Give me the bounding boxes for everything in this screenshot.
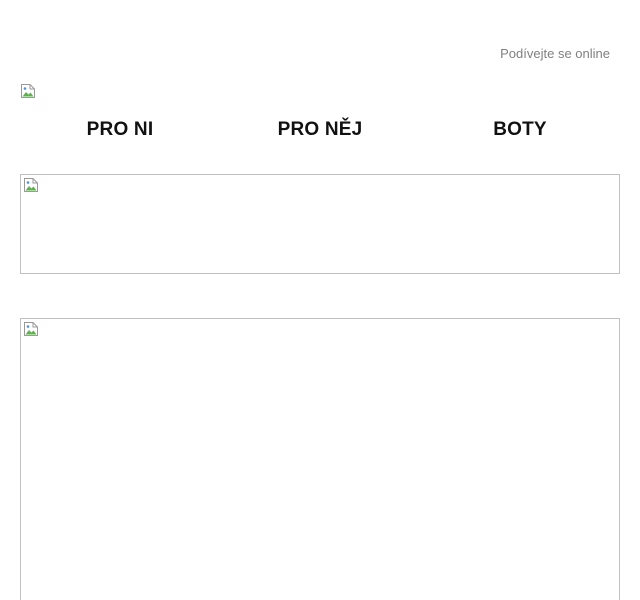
nav-item-pro-ni[interactable]: PRO NI <box>20 114 220 146</box>
hero-image[interactable] <box>20 318 620 600</box>
nav-item-boty[interactable]: BOTY <box>420 114 620 146</box>
logo-image[interactable] <box>20 83 38 101</box>
broken-image-icon <box>24 178 38 192</box>
broken-image-icon <box>21 84 35 98</box>
view-online-link[interactable]: Podívejte se online <box>500 46 610 61</box>
email-page: Podívejte se online PRO NI PRO NĚJ BOTY <box>0 0 640 600</box>
banner-image[interactable] <box>20 174 620 274</box>
nav-item-pro-nej[interactable]: PRO NĚJ <box>220 114 420 146</box>
category-nav: PRO NI PRO NĚJ BOTY <box>20 114 620 146</box>
broken-image-icon <box>24 322 38 336</box>
